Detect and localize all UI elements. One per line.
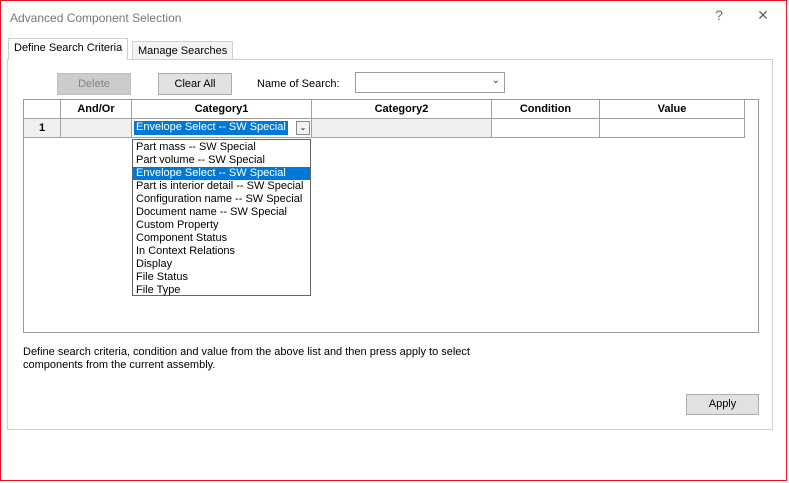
- name-of-search-label: Name of Search:: [257, 78, 340, 90]
- tab-manage-searches[interactable]: Manage Searches: [132, 41, 234, 61]
- chevron-down-icon[interactable]: ⌄: [492, 75, 500, 86]
- value-cell[interactable]: [600, 119, 745, 138]
- condition-cell[interactable]: [492, 119, 600, 138]
- column-header-category2[interactable]: Category2: [312, 100, 492, 119]
- category1-select[interactable]: Envelope Select -- SW Special ⌄: [133, 120, 311, 137]
- category1-selected-value: Envelope Select -- SW Special: [134, 121, 288, 135]
- dropdown-option[interactable]: Custom Property: [133, 219, 310, 232]
- column-header-condition[interactable]: Condition: [492, 100, 600, 119]
- dropdown-option[interactable]: Document name -- SW Special: [133, 206, 310, 219]
- dropdown-option[interactable]: File Status: [133, 271, 310, 284]
- dropdown-option[interactable]: Configuration name -- SW Special: [133, 193, 310, 206]
- category2-cell[interactable]: [312, 119, 492, 138]
- close-button[interactable]: ✕: [755, 7, 771, 24]
- dropdown-option[interactable]: File Type: [133, 284, 310, 297]
- dropdown-option[interactable]: In Context Relations: [133, 245, 310, 258]
- tab-define-search-criteria[interactable]: Define Search Criteria: [8, 38, 129, 60]
- dropdown-option[interactable]: Display: [133, 258, 310, 271]
- dialog-window: Advanced Component Selection ? ✕ Define …: [0, 0, 787, 481]
- dropdown-option[interactable]: Part mass -- SW Special: [133, 141, 310, 154]
- name-of-search-select[interactable]: ⌄: [355, 72, 505, 93]
- dropdown-option[interactable]: Part volume -- SW Special: [133, 154, 310, 167]
- instructions-text: Define search criteria, condition and va…: [23, 346, 470, 371]
- category1-dropdown-list: Part mass -- SW Special Part volume -- S…: [132, 139, 311, 296]
- window-title: Advanced Component Selection: [10, 11, 182, 25]
- tab-label: Manage Searches: [138, 45, 228, 57]
- dropdown-option[interactable]: Part is interior detail -- SW Special: [133, 180, 310, 193]
- dropdown-option[interactable]: Component Status: [133, 232, 310, 245]
- help-button[interactable]: ?: [711, 7, 727, 23]
- column-header-category1[interactable]: Category1: [132, 100, 312, 119]
- chevron-down-icon[interactable]: ⌄: [296, 121, 310, 135]
- and-or-cell[interactable]: [61, 119, 132, 138]
- clear-all-button[interactable]: Clear All: [158, 73, 232, 95]
- row-number-cell[interactable]: 1: [24, 119, 61, 138]
- column-header-value[interactable]: Value: [600, 100, 745, 119]
- tab-label: Define Search Criteria: [14, 42, 123, 54]
- column-header-and-or[interactable]: And/Or: [61, 100, 132, 119]
- dropdown-option-selected[interactable]: Envelope Select -- SW Special: [133, 167, 310, 180]
- delete-button[interactable]: Delete: [57, 73, 131, 95]
- column-header-row-number: [24, 100, 61, 119]
- apply-button[interactable]: Apply: [686, 394, 759, 415]
